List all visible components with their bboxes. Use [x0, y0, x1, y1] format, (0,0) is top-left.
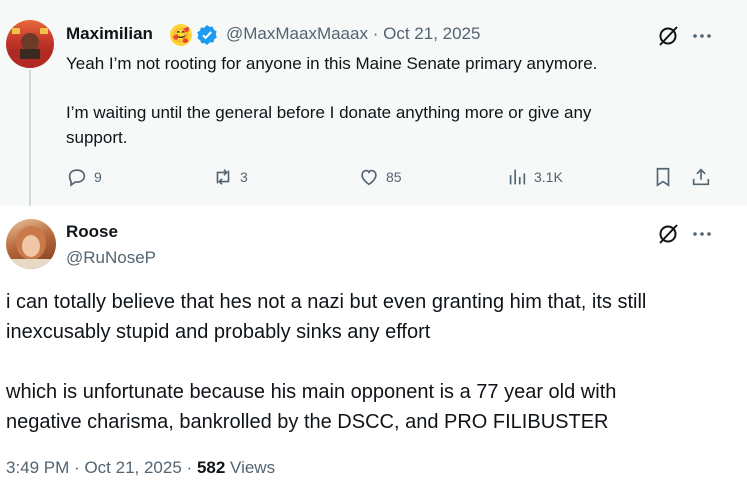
reply-icon: [68, 169, 86, 187]
main-text-line-2: inexcusably stupid and probably sinks an…: [6, 321, 431, 343]
views-button[interactable]: 3.1K: [506, 166, 563, 188]
parent-text-line-3: support.: [66, 128, 128, 147]
parent-tweet[interactable]: Maximilian 🥰 @MaxMaaxMaaax · Oct 21, 202…: [0, 0, 747, 206]
parent-handle-date: @MaxMaaxMaaax · Oct 21, 2025: [226, 24, 480, 44]
parent-date[interactable]: Oct 21, 2025: [383, 24, 480, 43]
parent-display-name[interactable]: Maximilian: [66, 24, 153, 44]
more-icon[interactable]: [690, 222, 714, 246]
thread-connector-line: [29, 70, 31, 206]
emoji-badge: 🥰: [170, 24, 192, 46]
main-text-line-4: negative charisma, bankrolled by the DSC…: [6, 411, 609, 433]
grok-icon[interactable]: [656, 222, 680, 246]
parent-text-line-1: Yeah I’m not rooting for anyone in this …: [66, 54, 598, 73]
tweet-time[interactable]: 3:49 PM: [6, 458, 69, 477]
bookmark-icon[interactable]: [652, 166, 674, 188]
roose-avatar[interactable]: [6, 219, 56, 269]
separator: ·: [74, 458, 80, 477]
main-text-line-3: which is unfortunate because his main op…: [6, 381, 617, 403]
parent-text-line-2: I’m waiting until the general before I d…: [66, 103, 592, 122]
verified-badge-icon: [197, 25, 217, 45]
repost-count: 3: [240, 169, 248, 185]
main-handle[interactable]: @RuNoseP: [66, 248, 156, 268]
reply-button[interactable]: 9: [66, 166, 102, 188]
separator: ·: [372, 24, 379, 43]
like-icon: [361, 169, 377, 186]
more-icon[interactable]: [690, 24, 714, 48]
views-count: 582: [196, 458, 226, 477]
reply-count: 9: [94, 169, 102, 185]
like-count: 85: [386, 169, 402, 185]
separator: ·: [186, 458, 193, 477]
views-icon: [509, 169, 526, 185]
views-label: Views: [230, 458, 276, 477]
parent-handle[interactable]: @MaxMaaxMaaax: [226, 24, 368, 43]
repost-button[interactable]: 3: [212, 166, 248, 188]
main-text-line-1: i can totally believe that hes not a naz…: [6, 291, 647, 313]
repost-icon: [216, 169, 230, 185]
like-button[interactable]: 85: [358, 166, 402, 188]
main-display-name[interactable]: Roose: [66, 222, 118, 242]
views-count: 3.1K: [534, 169, 563, 185]
share-icon[interactable]: [690, 166, 712, 188]
grok-icon[interactable]: [656, 24, 680, 48]
maximilian-avatar[interactable]: [6, 20, 54, 68]
tweet-date[interactable]: Oct 21, 2025: [84, 458, 181, 477]
tweet-meta: 3:49 PM · Oct 21, 2025 · 582 Views: [6, 458, 275, 478]
